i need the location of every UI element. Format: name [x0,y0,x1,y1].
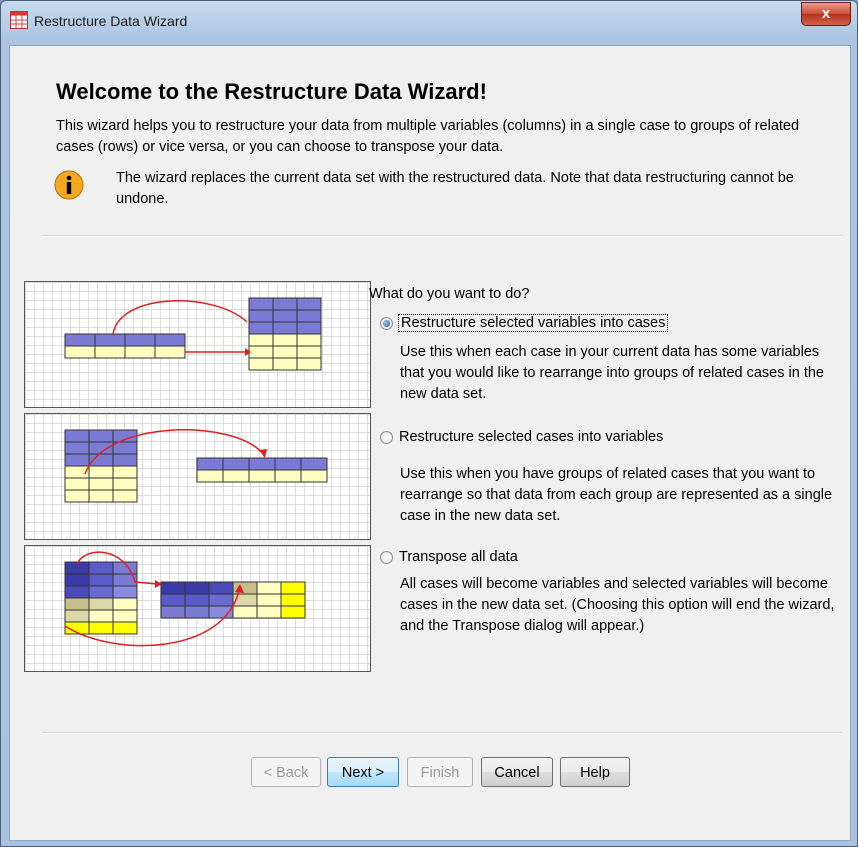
option-label[interactable]: Restructure selected variables into case… [397,314,669,332]
option-description: All cases will become variables and sele… [400,576,835,634]
next-button[interactable]: Next > [327,757,399,787]
cancel-button[interactable]: Cancel [481,757,553,787]
title-bar[interactable]: Restructure Data Wizard x [1,1,857,45]
finish-button[interactable]: Finish [407,757,473,787]
option-transpose-all-data[interactable]: Transpose all data [380,549,518,565]
window-title: Restructure Data Wizard [34,13,188,29]
transpose-illustration [24,545,371,672]
radio-button[interactable] [380,550,393,564]
option-description: Use this when you have groups of related… [400,466,833,524]
option-label[interactable]: Restructure selected cases into variable… [399,429,663,445]
wizard-body: Welcome to the Restructure Data Wizard! … [9,45,851,841]
radio-button-selected[interactable] [380,316,393,330]
table-grid-icon [10,11,28,29]
warning-note: The wizard replaces the current data set… [116,170,794,207]
info-icon [54,170,84,200]
bottom-divider [42,732,842,734]
option-label[interactable]: Transpose all data [399,549,518,565]
question-label: What do you want to do? [369,286,530,302]
top-divider [42,235,842,237]
variables-to-cases-illustration [24,281,371,408]
option-variables-into-cases[interactable]: Restructure selected variables into case… [380,314,669,332]
close-button[interactable]: x [801,2,851,26]
back-button[interactable]: < Back [251,757,321,787]
page-title: Welcome to the Restructure Data Wizard! [56,79,487,104]
cases-to-variables-illustration [24,413,371,540]
help-button[interactable]: Help [560,757,630,787]
option-description: Use this when each case in your current … [400,344,824,402]
restructure-data-wizard-window: Restructure Data Wizard x Welcome to the… [0,0,858,847]
intro-text: This wizard helps you to restructure you… [56,118,800,155]
option-cases-into-variables[interactable]: Restructure selected cases into variable… [380,429,663,445]
radio-button[interactable] [380,430,393,444]
